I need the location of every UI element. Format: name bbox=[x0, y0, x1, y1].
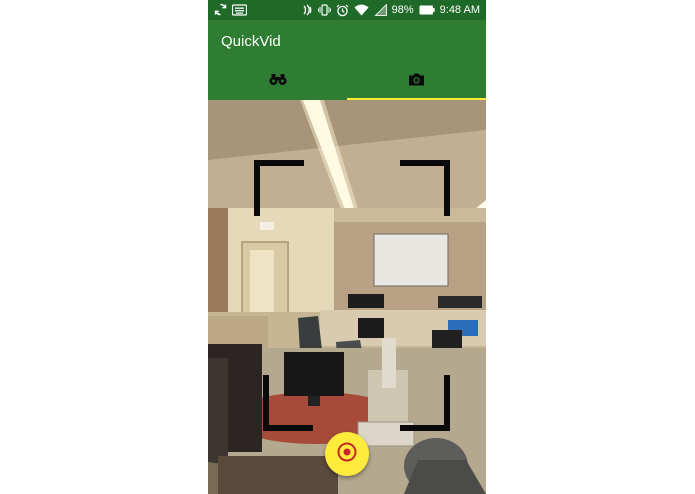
record-button[interactable] bbox=[325, 432, 369, 476]
status-bar: 98% 9:48 AM bbox=[208, 0, 486, 20]
wifi-icon bbox=[354, 4, 369, 16]
focus-corner-top-right bbox=[400, 160, 450, 216]
app-title: QuickVid bbox=[221, 33, 281, 50]
camera-icon bbox=[408, 72, 425, 91]
battery-percent: 98% bbox=[391, 4, 414, 16]
tab-bar bbox=[208, 63, 486, 100]
signal-icon bbox=[373, 4, 387, 16]
clock: 9:48 AM bbox=[439, 4, 480, 16]
focus-corner-bottom-left bbox=[263, 375, 313, 431]
nfc-icon bbox=[301, 4, 313, 16]
focus-corner-bottom-right bbox=[400, 375, 450, 431]
tab-camera[interactable] bbox=[347, 63, 486, 100]
vibrate-icon bbox=[317, 4, 331, 16]
alarm-icon bbox=[336, 4, 349, 17]
focus-corner-top-left bbox=[254, 160, 304, 216]
battery-icon bbox=[419, 5, 435, 15]
camera-preview[interactable] bbox=[208, 100, 486, 494]
app-bar: QuickVid bbox=[208, 20, 486, 63]
sync-icon bbox=[214, 3, 227, 16]
record-icon bbox=[336, 441, 358, 468]
tab-browse[interactable] bbox=[208, 63, 347, 100]
keyboard-icon bbox=[232, 3, 247, 16]
binoculars-icon bbox=[269, 72, 287, 91]
phone-screen: 98% 9:48 AM QuickVid bbox=[208, 0, 486, 494]
